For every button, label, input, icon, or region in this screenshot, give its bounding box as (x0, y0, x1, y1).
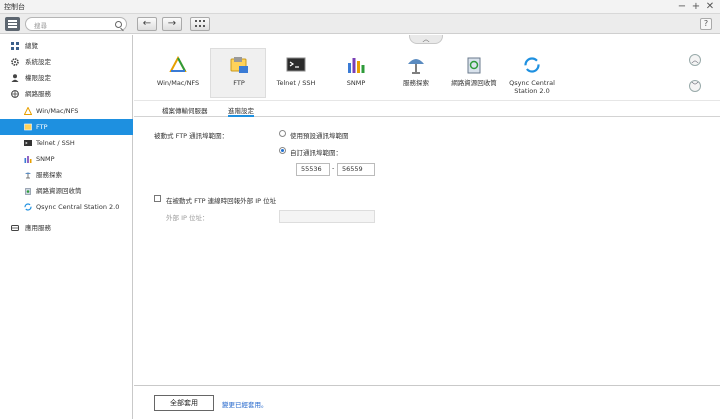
terminal-icon (286, 57, 306, 72)
sidebar-item-snmp[interactable]: SNMP (0, 151, 133, 167)
qsync-icon (524, 57, 540, 73)
help-button[interactable]: ? (700, 18, 712, 30)
custom-port-range-label: 自訂通訊埠範圍： (290, 149, 342, 157)
app-recycle-bin[interactable]: 網路資源回收筒 (446, 49, 502, 99)
minimize-button[interactable]: − (676, 0, 688, 14)
recycle-bin-icon (25, 188, 31, 195)
qsync-icon (24, 203, 32, 211)
search-input[interactable]: 搜尋 (25, 17, 127, 31)
title-bar: 控制台 − + ✕ (0, 0, 720, 14)
sidebar: 總覽 系統設定 權限設定 網路服務 Win/Mac/NFS FTP Telnet… (0, 35, 133, 419)
scroll-down-button[interactable]: ﹀ (689, 80, 701, 92)
sidebar-item-recycle-bin[interactable]: 網路資源回收筒 (0, 183, 133, 199)
gear-icon (11, 58, 19, 66)
sidebar-item-qsync[interactable]: Qsync Central Station 2.0 (0, 199, 133, 215)
sidebar-item-system-settings[interactable]: 系統設定 (0, 54, 133, 70)
user-icon (11, 74, 19, 82)
chevron-up-icon: ︿ (422, 35, 430, 43)
external-ip-input[interactable] (279, 210, 375, 223)
report-external-ip-label: 在被動式 FTP 連線時回報外部 IP 位址 (166, 197, 277, 205)
app-icon-bar: ︿ Win/Mac/NFS FTP Telnet / SSH SNMP 服務探索… (134, 35, 720, 101)
maximize-button[interactable]: + (690, 0, 702, 14)
sidebar-item-privilege[interactable]: 權限設定 (0, 70, 133, 86)
external-ip-label: 外部 IP 位址： (166, 214, 209, 222)
collapse-button[interactable]: ︿ (409, 35, 443, 44)
win-mac-nfs-icon (169, 55, 187, 72)
menu-icon (8, 20, 17, 22)
service-discovery-icon (25, 172, 31, 179)
port-to-input[interactable]: 56559 (337, 163, 375, 176)
tab-file-transfer-server[interactable]: 檔案傳輸伺服器 (162, 105, 208, 117)
close-button[interactable]: ✕ (704, 0, 716, 14)
network-icon (11, 90, 19, 98)
tab-advanced-settings[interactable]: 進階設定 (228, 105, 254, 117)
sidebar-item-ftp[interactable]: FTP (0, 119, 133, 135)
sidebar-item-applications[interactable]: 應用服務 (0, 220, 133, 236)
forward-button[interactable]: → (162, 17, 182, 31)
search-icon[interactable] (115, 21, 122, 28)
search-placeholder: 搜尋 (34, 22, 47, 30)
service-discovery-icon (408, 59, 424, 74)
default-port-range-label: 使用預設通訊埠範圍 (290, 132, 349, 140)
changes-applied-note: 變更已經套用。 (222, 401, 268, 409)
scroll-up-button[interactable]: ︿ (689, 54, 701, 66)
applications-icon (11, 225, 19, 231)
app-telnet-ssh[interactable]: Telnet / SSH (268, 49, 324, 99)
sidebar-item-telnet-ssh[interactable]: Telnet / SSH (0, 135, 133, 151)
sidebar-item-service-discovery[interactable]: 服務探索 (0, 167, 133, 183)
report-external-ip-checkbox[interactable] (154, 195, 161, 202)
sidebar-item-win-mac-nfs[interactable]: Win/Mac/NFS (0, 103, 133, 119)
overview-icon (11, 42, 19, 50)
app-qsync[interactable]: Qsync Central Station 2.0 (504, 49, 560, 99)
port-separator: - (332, 164, 335, 172)
app-grid-button[interactable] (190, 17, 210, 31)
toolbar: 搜尋 ← → ? (0, 14, 720, 34)
sidebar-item-network-services[interactable]: 網路服務 (0, 86, 133, 102)
snmp-icon (24, 156, 32, 163)
footer: 全部套用 變更已經套用。 (134, 385, 720, 419)
chevron-down-icon: ﹀ (691, 82, 699, 90)
main-panel: ︿ Win/Mac/NFS FTP Telnet / SSH SNMP 服務探索… (134, 35, 720, 419)
recycle-bin-icon (467, 57, 481, 74)
grid-icon (195, 20, 205, 27)
terminal-icon (24, 140, 32, 146)
back-button[interactable]: ← (137, 17, 157, 31)
app-snmp[interactable]: SNMP (328, 49, 384, 99)
chevron-up-icon: ︿ (691, 56, 699, 64)
custom-port-range-radio[interactable] (279, 147, 286, 154)
ftp-icon (24, 123, 32, 131)
default-port-range-radio[interactable] (279, 130, 286, 137)
tab-bar: 檔案傳輸伺服器 進階設定 (134, 103, 720, 117)
app-win-mac-nfs[interactable]: Win/Mac/NFS (150, 49, 206, 99)
window-title: 控制台 (4, 3, 25, 11)
win-mac-nfs-icon (24, 107, 32, 115)
ftp-icon (230, 57, 248, 73)
apply-all-button[interactable]: 全部套用 (154, 395, 214, 411)
app-service-discovery[interactable]: 服務探索 (388, 49, 444, 99)
passive-ports-label: 被動式 FTP 通訊埠範圍： (154, 132, 229, 140)
app-ftp[interactable]: FTP (210, 48, 266, 98)
sidebar-item-overview[interactable]: 總覽 (0, 38, 133, 54)
menu-button[interactable] (5, 17, 20, 31)
port-from-input[interactable]: 55536 (296, 163, 330, 176)
snmp-icon (348, 58, 365, 73)
